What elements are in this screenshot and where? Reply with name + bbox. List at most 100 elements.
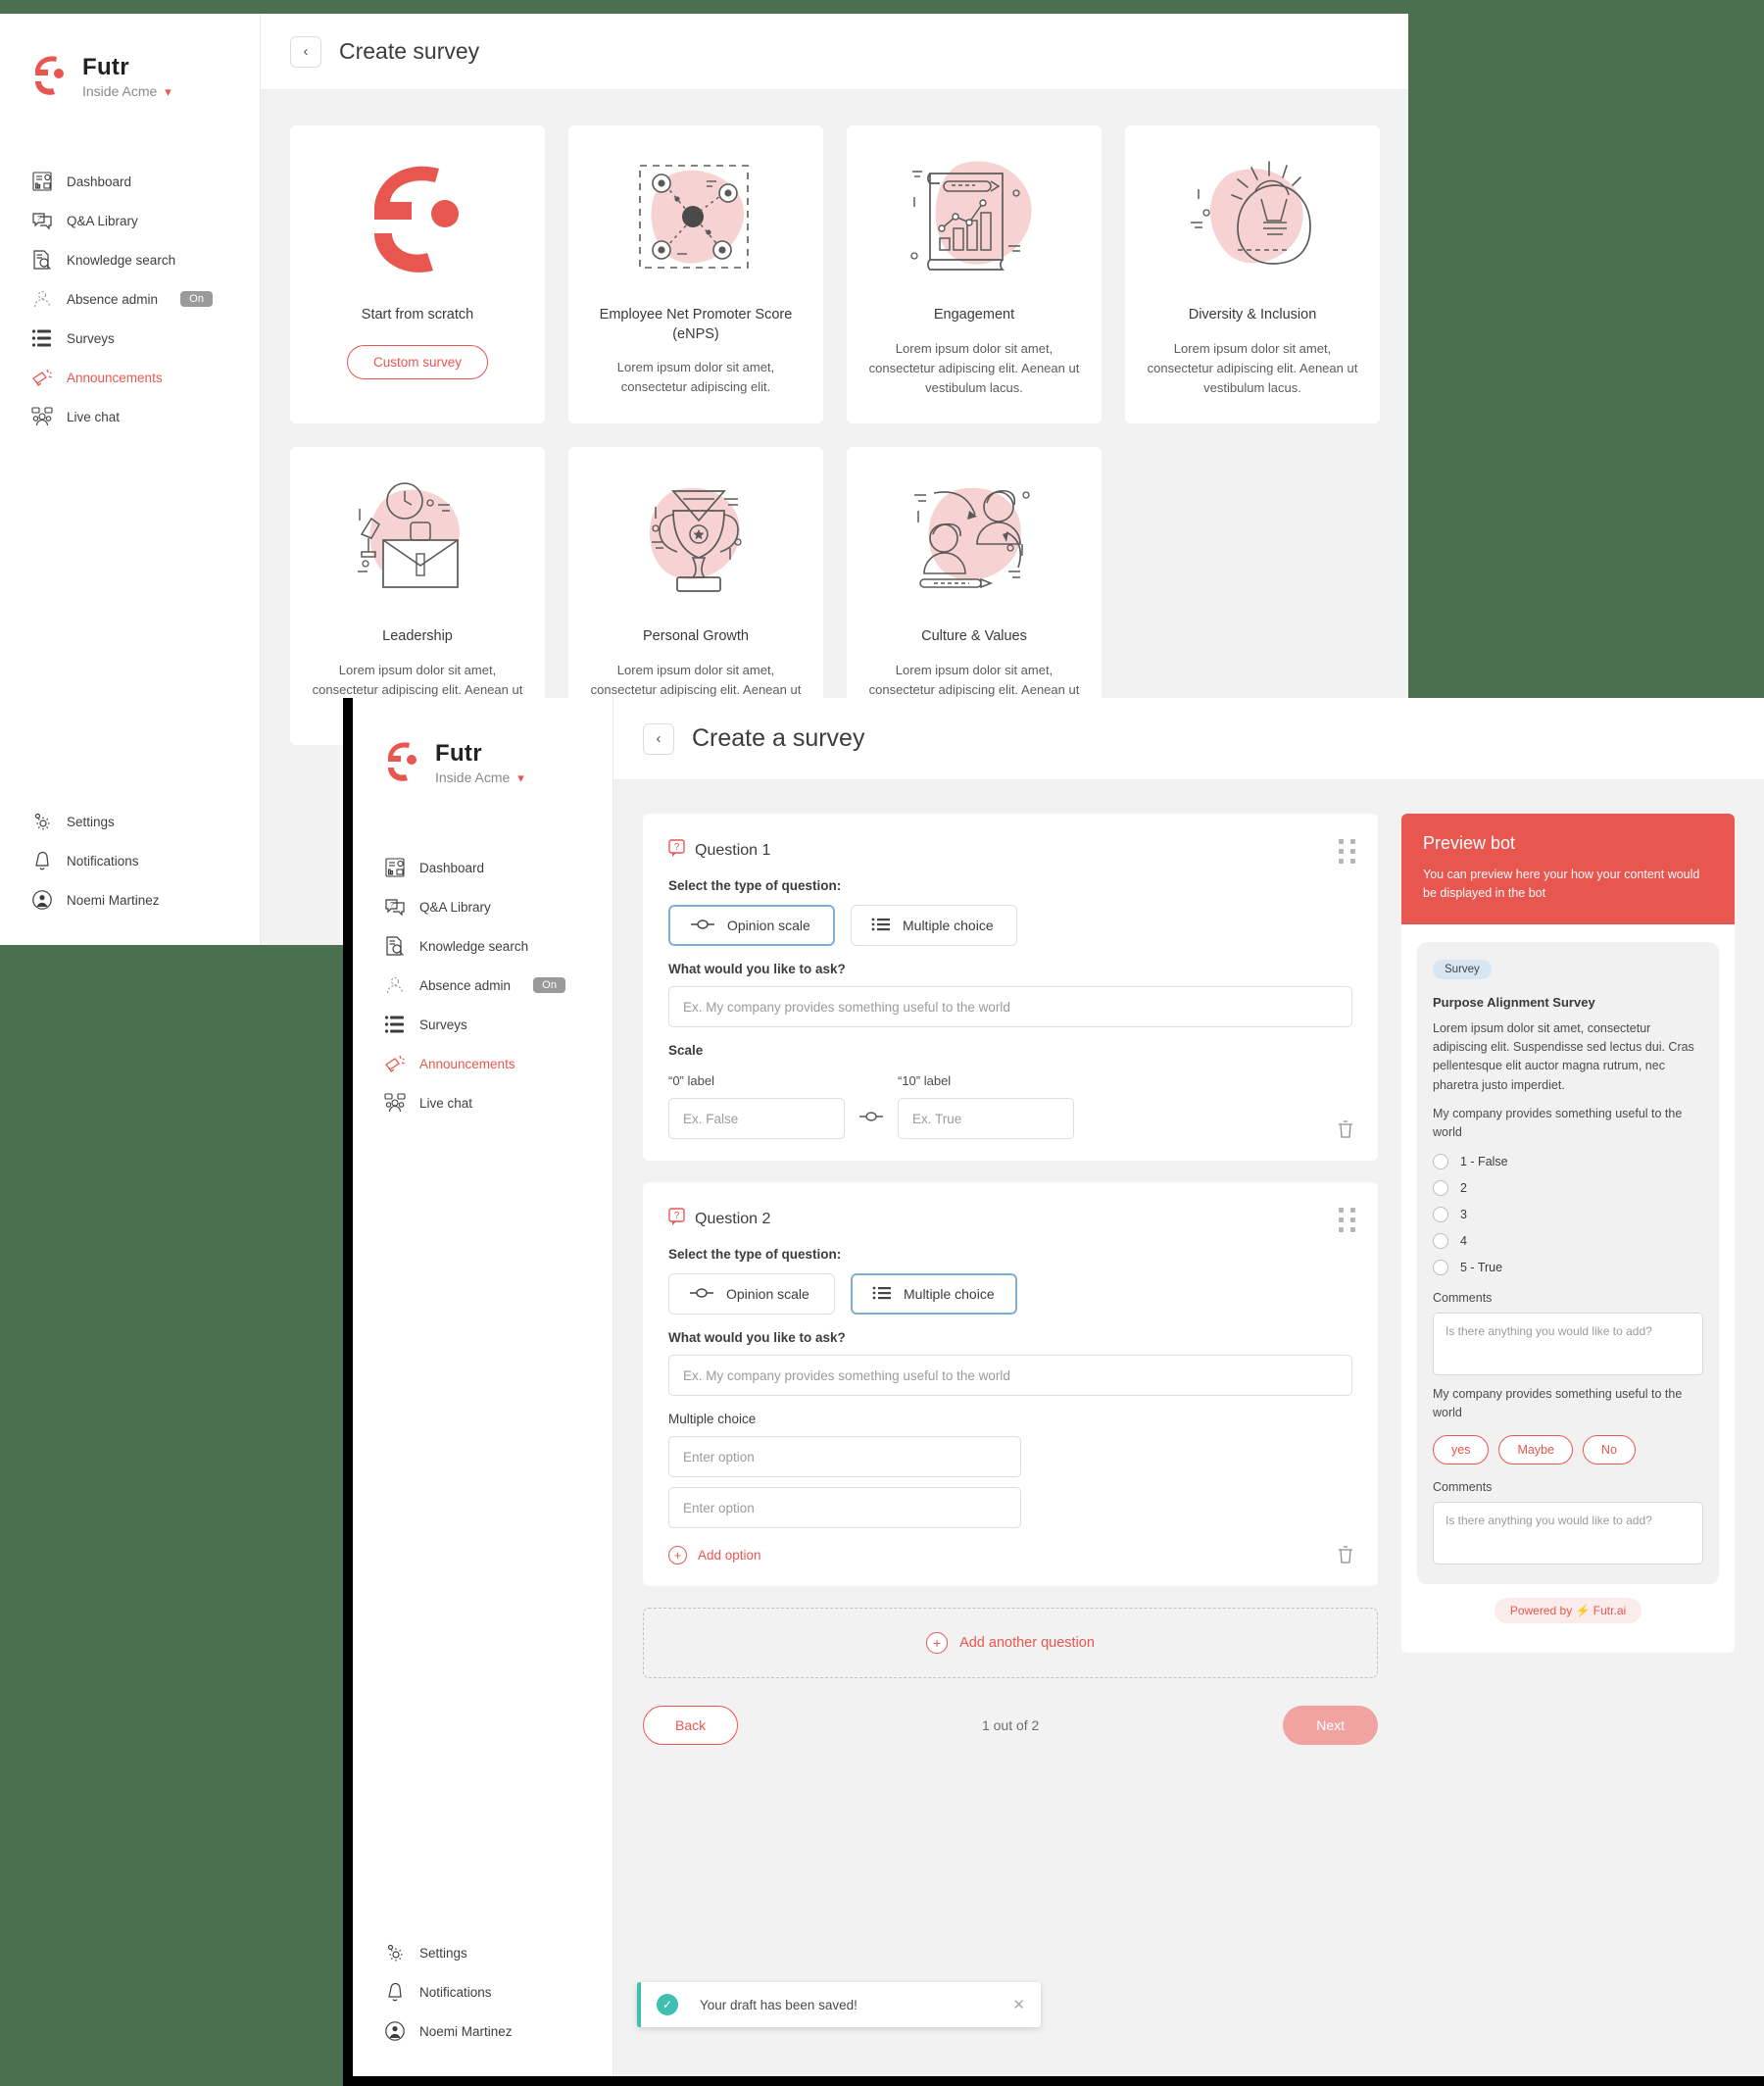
brand-block[interactable]: Futr Inside Acme ▾ xyxy=(0,53,260,99)
preview-comments-input-1[interactable]: Is there anything you would like to add? xyxy=(1433,1312,1703,1375)
sidebar-2: Futr Inside Acme ▾ Dashboard? Q&A Library… xyxy=(353,698,613,2076)
scale-low-label: “0” label xyxy=(668,1073,714,1088)
question-text-input[interactable]: Ex. My company provides something useful… xyxy=(668,1355,1352,1396)
scale-low-input[interactable]: Ex. False xyxy=(668,1098,845,1139)
preview-question-1: My company provides something useful to … xyxy=(1433,1107,1683,1140)
custom-survey-button[interactable]: Custom survey xyxy=(346,344,489,379)
sidebar-item-absence-admin[interactable]: Absence admin On xyxy=(353,966,612,1005)
workspace-name: Inside Acme xyxy=(82,83,158,100)
sidebar-item-live-chat[interactable]: Live chat xyxy=(0,397,260,436)
delete-question-icon[interactable] xyxy=(1337,1119,1354,1139)
preview-radio-option[interactable]: 3 xyxy=(1433,1206,1703,1222)
toast-notification: ✓ Your draft has been saved! ✕ xyxy=(637,1982,1041,2027)
sidebar-item-knowledge-search[interactable]: Knowledge search xyxy=(353,926,612,966)
preview-radio-option[interactable]: 4 xyxy=(1433,1232,1703,1249)
scale-high-input[interactable]: Ex. True xyxy=(898,1098,1074,1139)
sidebar-item-label: Surveys xyxy=(419,1017,467,1032)
people-art xyxy=(868,472,1080,610)
type-multiple-choice-button[interactable]: Multiple choice xyxy=(851,905,1017,946)
option-input-1[interactable]: Enter option xyxy=(668,1436,1021,1477)
sidebar-item-noemi-martinez[interactable]: Noemi Martinez xyxy=(353,2012,612,2051)
radio-label: 2 xyxy=(1460,1180,1467,1195)
preview-answer-pill[interactable]: No xyxy=(1582,1434,1636,1465)
question-text-input[interactable]: Ex. My company provides something useful… xyxy=(668,986,1352,1027)
type-multiple-choice-button[interactable]: Multiple choice xyxy=(851,1273,1017,1315)
plus-icon: + xyxy=(926,1632,949,1654)
type-opinion-scale-button[interactable]: Opinion scale xyxy=(668,905,835,946)
preview-bot-panel: Preview bot You can preview here your ho… xyxy=(1401,814,1735,1653)
sidebar-item-q-a-library[interactable]: ? Q&A Library xyxy=(0,201,260,240)
surveys-icon xyxy=(31,327,53,349)
type-opinion-scale-button[interactable]: Opinion scale xyxy=(668,1273,835,1315)
sidebar-item-noemi-martinez[interactable]: Noemi Martinez xyxy=(0,880,260,919)
survey-template-card[interactable]: Diversity & Inclusion Lorem ipsum dolor s… xyxy=(1125,125,1380,423)
svg-text:?: ? xyxy=(37,216,41,223)
add-another-question-button[interactable]: + Add another question xyxy=(643,1608,1378,1678)
sidebar-item-notifications[interactable]: Notifications xyxy=(353,1972,612,2012)
ask-label: What would you like to ask? xyxy=(668,962,846,976)
sidebar-item-knowledge-search[interactable]: Knowledge search xyxy=(0,240,260,279)
preview-survey-desc: Lorem ipsum dolor sit amet, consectetur … xyxy=(1433,1020,1694,1092)
workspace-name: Inside Acme xyxy=(435,770,511,786)
check-icon: ✓ xyxy=(657,1994,678,2015)
radio-label: 4 xyxy=(1460,1233,1467,1248)
sidebar-item-surveys[interactable]: Surveys xyxy=(353,1005,612,1044)
add-option-button[interactable]: + Add option xyxy=(668,1546,1352,1564)
futr-logo-art xyxy=(312,151,523,288)
close-icon[interactable]: ✕ xyxy=(1012,1996,1025,2013)
option-input-2[interactable]: Enter option xyxy=(668,1487,1021,1528)
scale-high-label: “10” label xyxy=(898,1073,952,1088)
preview-pill-group: yes Maybe No xyxy=(1433,1434,1703,1465)
template-description: Lorem ipsum dolor sit amet, consectetur … xyxy=(868,340,1080,395)
delete-question-icon[interactable] xyxy=(1337,1545,1354,1564)
sidebar-item-dashboard[interactable]: Dashboard xyxy=(353,848,612,887)
survey-template-card[interactable]: Engagement Lorem ipsum dolor sit amet, co… xyxy=(847,125,1102,423)
sidebar-item-label: Settings xyxy=(419,1945,467,1961)
sidebar-item-announcements[interactable]: Announcements xyxy=(353,1044,612,1083)
question-title: Question 2 xyxy=(695,1211,771,1227)
sidebar-item-dashboard[interactable]: Dashboard xyxy=(0,162,260,201)
announcements-icon xyxy=(384,1053,406,1074)
back-button[interactable]: ‹ xyxy=(290,35,321,68)
brand-name: Futr xyxy=(435,740,482,767)
surveys-icon xyxy=(384,1014,406,1035)
survey-template-card[interactable]: Start from scratch Custom survey xyxy=(290,125,545,423)
sidebar-item-notifications[interactable]: Notifications xyxy=(0,841,260,880)
sidebar-item-surveys[interactable]: Surveys xyxy=(0,319,260,358)
template-title: Diversity & Inclusion xyxy=(1188,307,1317,323)
preview-comments-input-2[interactable]: Is there anything you would like to add? xyxy=(1433,1501,1703,1564)
preview-answer-pill[interactable]: yes xyxy=(1433,1434,1490,1465)
template-title: Engagement xyxy=(933,307,1015,323)
brand-block-2[interactable]: Futr Inside Acme ▾ xyxy=(353,739,612,785)
back-button-footer[interactable]: Back xyxy=(643,1706,739,1745)
workspace-switcher[interactable]: Inside Acme ▾ xyxy=(435,770,524,785)
template-title: Leadership xyxy=(382,627,453,644)
editor-footer: Back 1 out of 2 Next xyxy=(643,1706,1378,1745)
preview-radio-option[interactable]: 2 xyxy=(1433,1179,1703,1196)
drag-handle-icon[interactable] xyxy=(1339,1208,1356,1232)
back-button[interactable]: ‹ xyxy=(643,722,674,755)
gear-icon xyxy=(384,1942,406,1963)
preview-answer-pill[interactable]: Maybe xyxy=(1498,1434,1573,1465)
sidebar-item-announcements[interactable]: Announcements xyxy=(0,358,260,397)
preview-radio-group: 1 - False 2 3 4 5 - True xyxy=(1433,1153,1703,1275)
sidebar-item-q-a-library[interactable]: ? Q&A Library xyxy=(353,887,612,926)
bell-icon xyxy=(384,1981,406,2003)
opinion-scale-icon xyxy=(690,918,715,933)
drag-handle-icon[interactable] xyxy=(1339,839,1356,864)
knowledge-search-icon xyxy=(384,935,406,957)
template-title: Start from scratch xyxy=(361,307,474,323)
sidebar-item-label: Knowledge search xyxy=(67,252,176,268)
survey-template-card[interactable]: Employee Net Promoter Score (eNPS) Lorem … xyxy=(568,125,823,423)
sidebar-item-absence-admin[interactable]: Absence admin On xyxy=(0,279,260,319)
preview-radio-option[interactable]: 5 - True xyxy=(1433,1259,1703,1275)
sidebar-item-settings[interactable]: Settings xyxy=(353,1933,612,1972)
preview-bubble: Survey Purpose Alignment Survey Lorem ip… xyxy=(1417,941,1719,1584)
next-button[interactable]: Next xyxy=(1283,1706,1378,1745)
sidebar-item-live-chat[interactable]: Live chat xyxy=(353,1083,612,1122)
opinion-scale-icon xyxy=(689,1286,714,1302)
trophy-art xyxy=(590,472,802,610)
preview-radio-option[interactable]: 1 - False xyxy=(1433,1153,1703,1169)
workspace-switcher[interactable]: Inside Acme ▾ xyxy=(82,83,172,99)
sidebar-item-settings[interactable]: Settings xyxy=(0,802,260,841)
